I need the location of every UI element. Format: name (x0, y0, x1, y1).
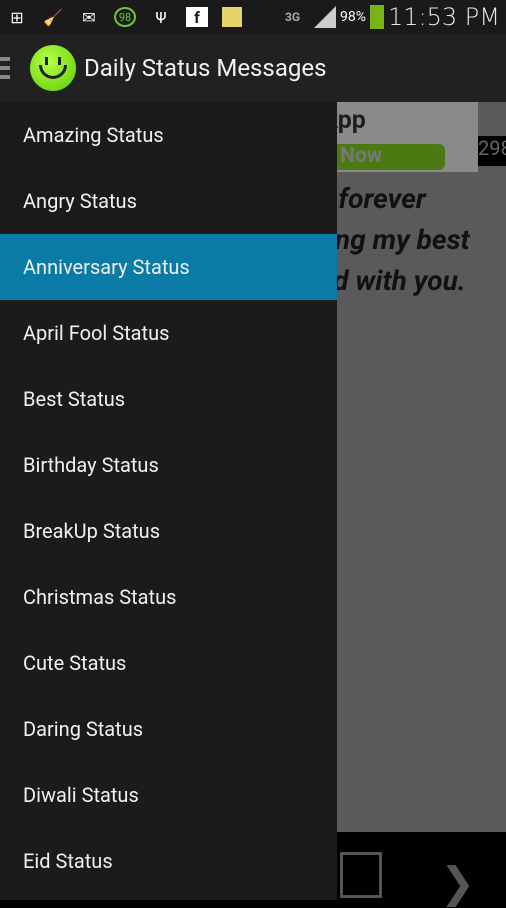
drawer-item[interactable]: April Fool Status (0, 300, 337, 366)
clock: 11:53 PM (388, 3, 500, 31)
action-bar: Daily Status Messages (0, 34, 506, 102)
badge-icon: 98 (114, 7, 136, 27)
drawer-item-label: Daring Status (23, 717, 144, 741)
drawer-item-label: Christmas Status (23, 585, 177, 609)
drawer-item[interactable]: Daring Status (0, 696, 337, 762)
status-bar: ⊞ 🧹 ✉ 98 Ψ f 3G 98% 11:53 PM (0, 0, 506, 34)
drawer-item[interactable]: Angry Status (0, 168, 337, 234)
app-title: Daily Status Messages (84, 54, 327, 82)
copy-icon[interactable] (340, 852, 382, 898)
usb-icon: Ψ (155, 7, 167, 27)
next-icon[interactable]: ❯ (440, 858, 475, 908)
drawer-item[interactable]: Christmas Status (0, 564, 337, 630)
notes-icon (222, 7, 242, 27)
navigation-drawer: Amazing Status Angry Status Anniversary St… (0, 102, 337, 900)
ad-number: 298 (478, 136, 506, 166)
drawer-item[interactable]: Eid Status (0, 828, 337, 894)
drawer-item[interactable]: Anniversary Status (0, 234, 337, 300)
add-icon: ⊞ (10, 7, 24, 27)
battery-icon (370, 5, 385, 29)
mail-icon: ✉ (82, 7, 96, 27)
drawer-item[interactable]: Cute Status (0, 630, 337, 696)
drawer-item[interactable]: Amazing Status (0, 102, 337, 168)
facebook-icon: f (186, 7, 208, 27)
drawer-item[interactable]: Best Status (0, 366, 337, 432)
network-type: 3G (284, 10, 301, 24)
drawer-item-label: April Fool Status (23, 321, 170, 345)
drawer-item-label: Diwali Status (23, 783, 139, 807)
drawer-item[interactable]: Birthday Status (0, 432, 337, 498)
menu-icon[interactable] (0, 57, 10, 79)
app-logo[interactable] (30, 45, 76, 91)
drawer-item[interactable]: BreakUp Status (0, 498, 337, 564)
cleaner-icon: 🧹 (43, 7, 63, 27)
drawer-item-label: Eid Status (23, 849, 113, 873)
drawer-item-label: Anniversary Status (23, 255, 190, 279)
signal-icon (314, 6, 337, 28)
drawer-item-label: BreakUp Status (23, 519, 161, 543)
drawer-item-label: Cute Status (23, 651, 127, 675)
drawer-item-label: Angry Status (23, 189, 137, 213)
drawer-item[interactable]: Diwali Status (0, 762, 337, 828)
drawer-item-label: Best Status (23, 387, 126, 411)
battery-percent: 98% (340, 9, 367, 25)
drawer-item-label: Amazing Status (23, 123, 164, 147)
drawer-item-label: Birthday Status (23, 453, 159, 477)
